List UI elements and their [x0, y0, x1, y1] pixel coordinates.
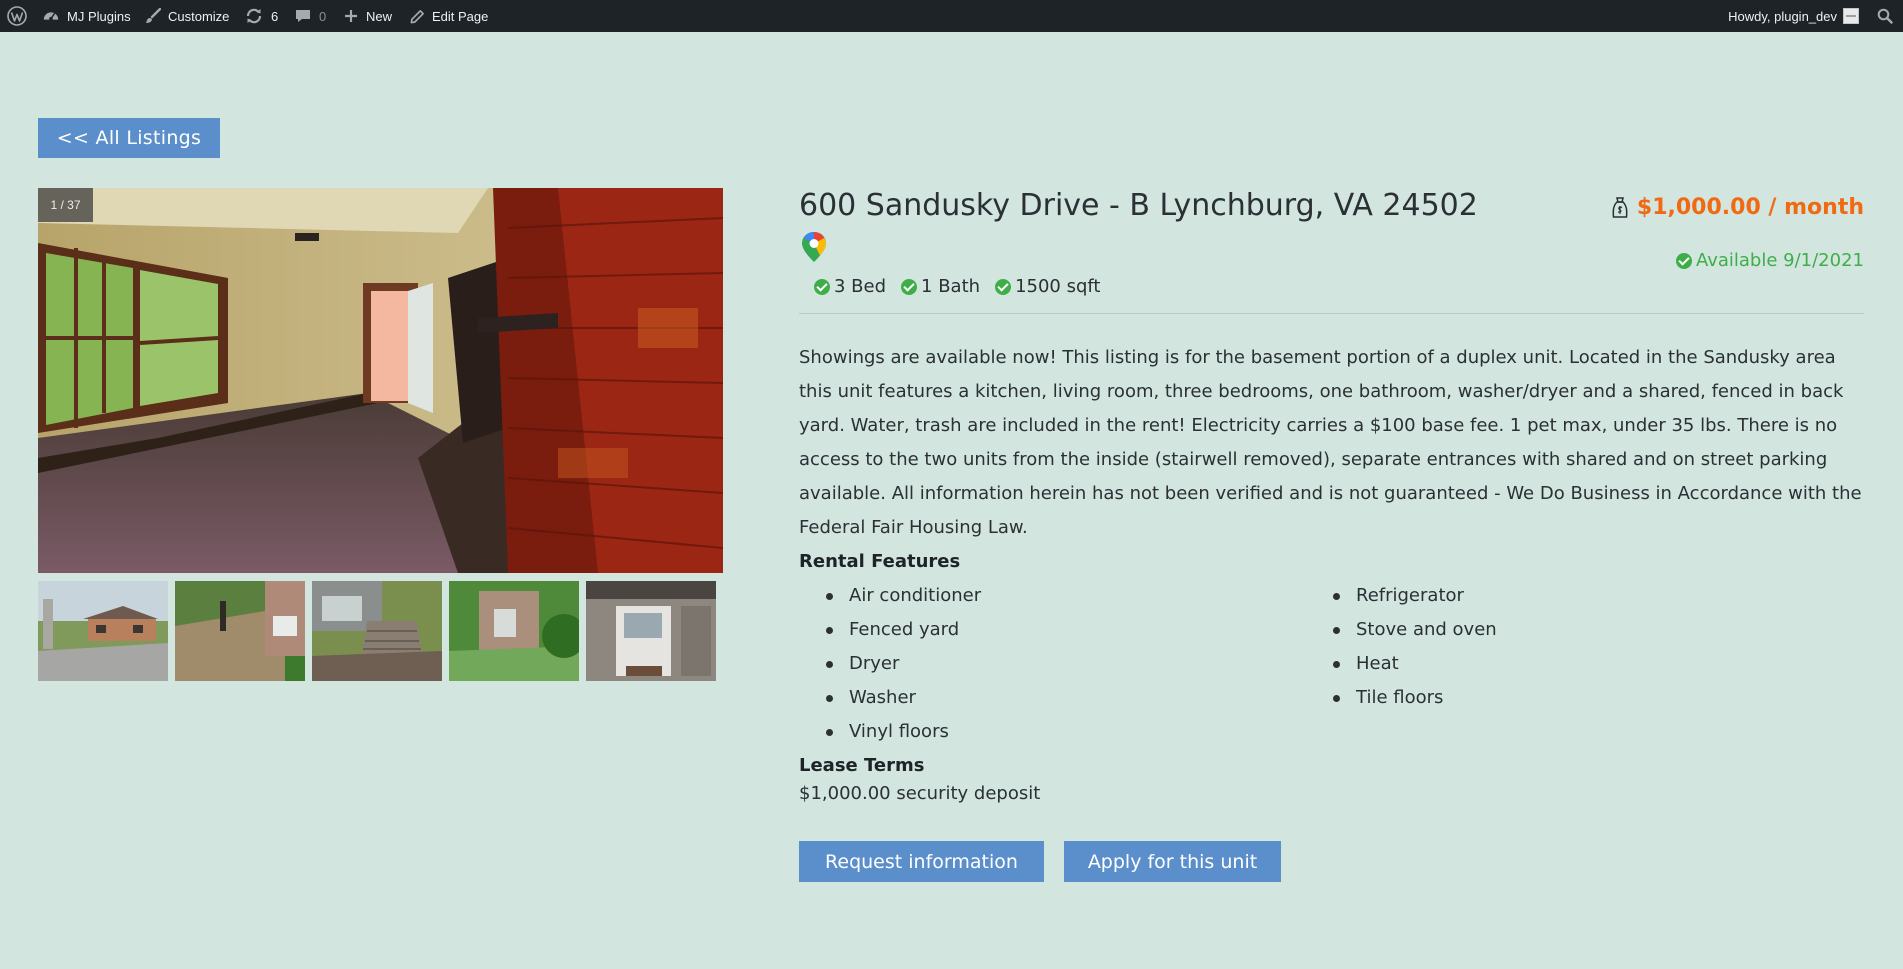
- site-name: MJ Plugins: [67, 8, 131, 24]
- check-circle-icon: [995, 278, 1012, 295]
- site-name-link[interactable]: MJ Plugins: [42, 0, 131, 32]
- thumbnail-4[interactable]: [449, 581, 579, 681]
- stat-bedrooms: 3 Bed: [814, 276, 886, 297]
- rental-features-heading: Rental Features: [799, 551, 961, 572]
- request-information-button[interactable]: Request information: [799, 841, 1044, 882]
- stat-label: 3 Bed: [834, 276, 887, 297]
- admin-bar: MJ Plugins Customize 6 0 New Edit Page H…: [0, 0, 1903, 32]
- stat-label: 1500 sqft: [1015, 276, 1101, 297]
- plus-icon: [345, 10, 357, 22]
- price-text: $1,000.00 / month: [1636, 195, 1864, 220]
- check-circle-icon: [901, 278, 918, 295]
- stat-label: 1 Bath: [921, 276, 981, 297]
- lease-terms-heading: Lease Terms: [799, 755, 925, 776]
- pencil-icon: [410, 9, 424, 23]
- listing-stats: 3 Bed 1 Bath 1500 sqft: [814, 276, 1115, 297]
- apply-for-unit-button[interactable]: Apply for this unit: [1064, 841, 1281, 882]
- customize-label: Customize: [168, 8, 230, 24]
- stat-square-feet: 1500 sqft: [995, 276, 1100, 297]
- stat-bathrooms: 1 Bath: [901, 276, 980, 297]
- photo-counter: 1 / 37: [38, 188, 93, 222]
- listing-description: Showings are available now! This listing…: [799, 347, 1862, 538]
- listing-price: $1,000.00 / month: [1612, 195, 1864, 220]
- edit-page-label: Edit Page: [432, 8, 489, 24]
- feature-item: Vinyl floors: [799, 715, 981, 749]
- paintbrush-icon: [146, 8, 161, 23]
- avatar: [1843, 8, 1859, 24]
- feature-item: Stove and oven: [1306, 613, 1497, 647]
- money-bag-icon: [1612, 196, 1628, 218]
- feature-item: Refrigerator: [1306, 579, 1497, 613]
- google-maps-icon[interactable]: [800, 231, 828, 263]
- divider: [799, 313, 1864, 314]
- feature-item: Washer: [799, 681, 981, 715]
- check-circle-icon: [1675, 252, 1692, 269]
- updates-icon: [246, 8, 262, 24]
- search-icon[interactable]: [1877, 0, 1893, 32]
- thumbnail-5[interactable]: [586, 581, 716, 681]
- listing-address: 600 Sandusky Drive - B Lynchburg, VA 245…: [799, 188, 1478, 223]
- availability: Available 9/1/2021: [1675, 250, 1864, 271]
- comment-icon: [296, 10, 310, 22]
- thumbnail-1[interactable]: [38, 581, 168, 681]
- wordpress-logo-icon[interactable]: [7, 0, 27, 32]
- all-listings-button[interactable]: << All Listings: [38, 118, 220, 158]
- feature-item: Tile floors: [1306, 681, 1497, 715]
- features-list-left: Air conditioner Fenced yard Dryer Washer…: [799, 579, 981, 749]
- thumbnail-3[interactable]: [312, 581, 442, 681]
- availability-text: Available 9/1/2021: [1695, 250, 1864, 271]
- feature-item: Heat: [1306, 647, 1497, 681]
- feature-item: Air conditioner: [799, 579, 981, 613]
- comments-link[interactable]: 0: [295, 0, 326, 32]
- customize-link[interactable]: Customize: [145, 0, 229, 32]
- new-label: New: [366, 8, 393, 24]
- new-content-link[interactable]: New: [344, 0, 392, 32]
- thumbnail-2[interactable]: [175, 581, 305, 681]
- lease-deposit-text: $1,000.00 security deposit: [799, 783, 1041, 804]
- updates-link[interactable]: 6: [245, 0, 278, 32]
- howdy-text: Howdy, plugin_dev: [1728, 8, 1837, 24]
- feature-item: Fenced yard: [799, 613, 981, 647]
- updates-count: 6: [271, 8, 279, 24]
- edit-page-link[interactable]: Edit Page: [410, 0, 488, 32]
- feature-item: Dryer: [799, 647, 981, 681]
- check-circle-icon: [814, 278, 830, 295]
- dashboard-icon: [43, 12, 59, 21]
- comments-count: 0: [319, 8, 327, 24]
- features-list-right: Refrigerator Stove and oven Heat Tile fl…: [1306, 579, 1497, 715]
- my-account-link[interactable]: Howdy, plugin_dev: [1728, 0, 1859, 32]
- main-photo[interactable]: [38, 188, 723, 573]
